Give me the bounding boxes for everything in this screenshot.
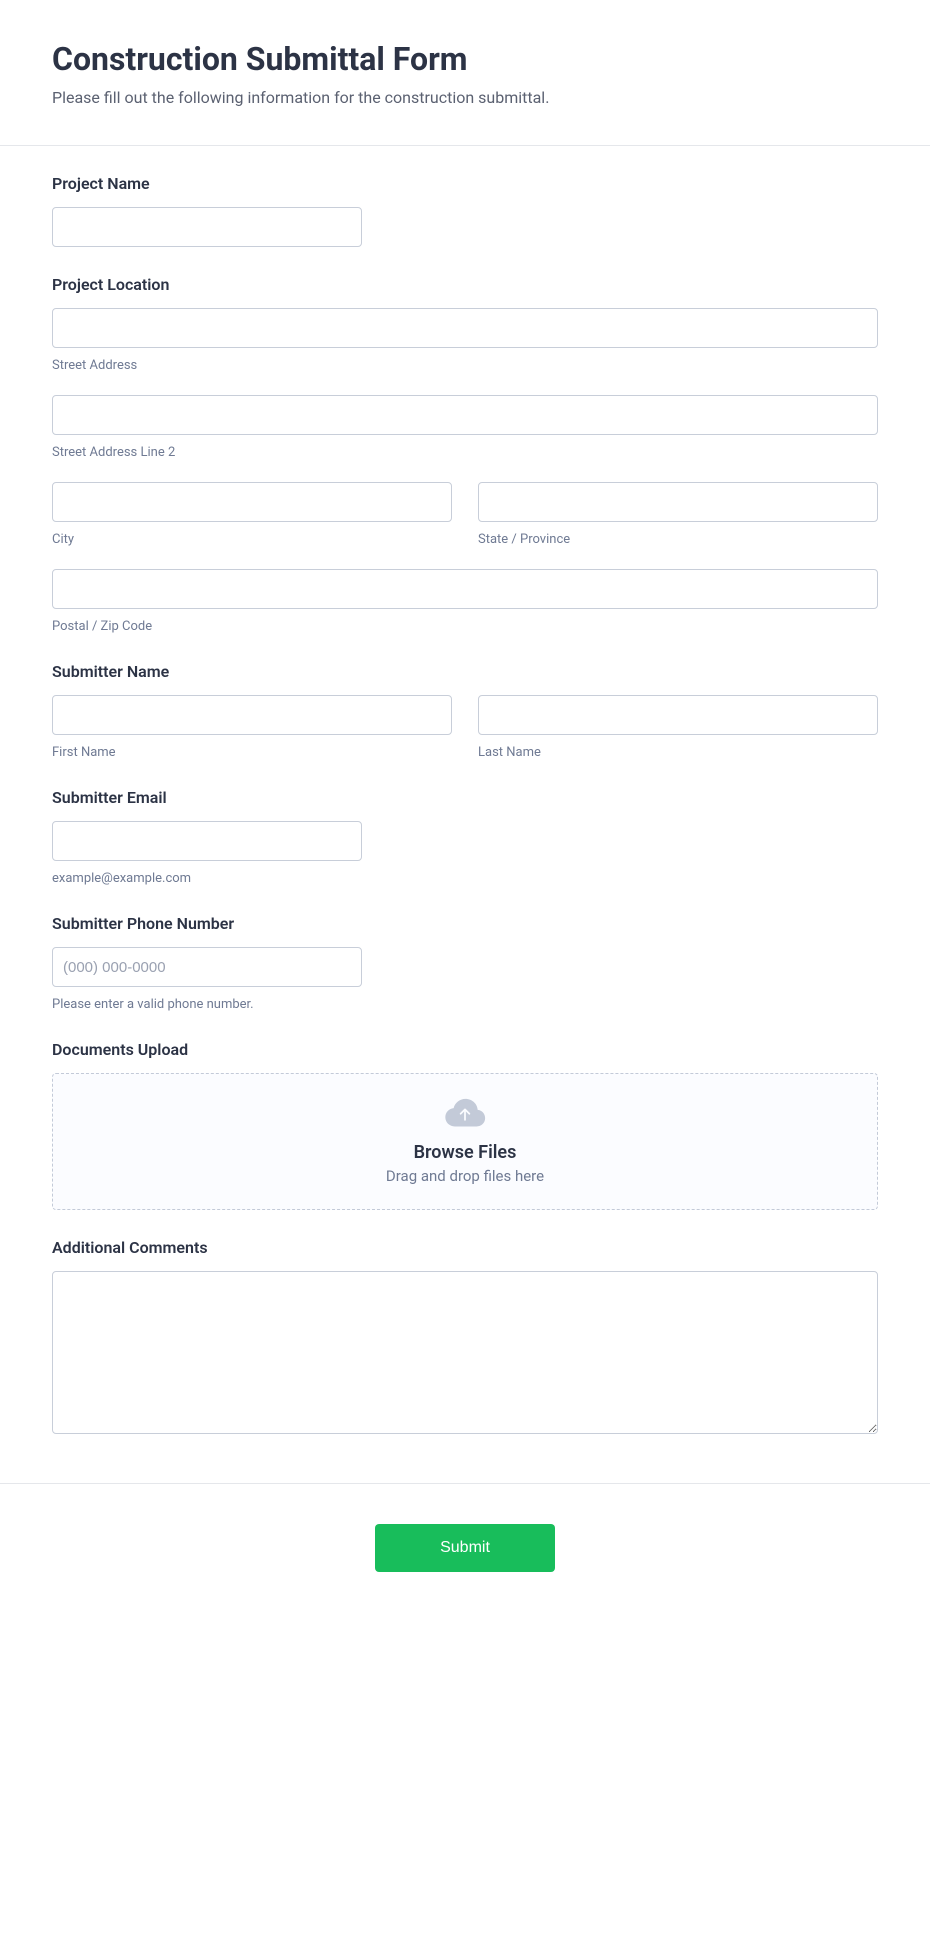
state-input[interactable] [478,482,878,522]
form-container: Construction Submittal Form Please fill … [0,0,930,1612]
postal-sublabel: Postal / Zip Code [52,619,878,634]
project-location-label: Project Location [52,275,878,294]
comments-label: Additional Comments [52,1238,878,1257]
upload-cloud-icon [444,1096,486,1132]
city-sublabel: City [52,532,452,547]
state-sublabel: State / Province [478,532,878,547]
comments-group: Additional Comments [52,1238,878,1438]
city-input[interactable] [52,482,452,522]
drag-drop-text: Drag and drop files here [73,1167,857,1185]
project-location-group: Project Location Street Address Street A… [52,275,878,634]
street-address-2-sublabel: Street Address Line 2 [52,445,878,460]
submitter-phone-label: Submitter Phone Number [52,914,878,933]
form-header: Construction Submittal Form Please fill … [0,0,930,146]
first-name-input[interactable] [52,695,452,735]
street-address-sublabel: Street Address [52,358,878,373]
last-name-input[interactable] [478,695,878,735]
email-input[interactable] [52,821,362,861]
form-body: Project Name Project Location Street Add… [0,146,930,1483]
phone-sublabel: Please enter a valid phone number. [52,997,878,1012]
submitter-email-label: Submitter Email [52,788,878,807]
project-name-label: Project Name [52,174,878,193]
documents-upload-label: Documents Upload [52,1040,878,1059]
documents-upload-group: Documents Upload Browse Files Drag and d… [52,1040,878,1210]
email-sublabel: example@example.com [52,871,878,886]
street-address-2-input[interactable] [52,395,878,435]
comments-textarea[interactable] [52,1271,878,1434]
submitter-email-group: Submitter Email example@example.com [52,788,878,886]
page-title: Construction Submittal Form [52,40,878,78]
phone-input[interactable] [52,947,362,987]
project-name-group: Project Name [52,174,878,247]
postal-input[interactable] [52,569,878,609]
submit-button[interactable]: Submit [375,1524,555,1572]
street-address-input[interactable] [52,308,878,348]
first-name-sublabel: First Name [52,745,452,760]
form-footer: Submit [0,1483,930,1612]
browse-files-text: Browse Files [73,1142,857,1163]
upload-dropzone[interactable]: Browse Files Drag and drop files here [52,1073,878,1210]
last-name-sublabel: Last Name [478,745,878,760]
project-name-input[interactable] [52,207,362,247]
page-subtitle: Please fill out the following informatio… [52,88,878,107]
submitter-name-label: Submitter Name [52,662,878,681]
submitter-phone-group: Submitter Phone Number Please enter a va… [52,914,878,1012]
submitter-name-group: Submitter Name First Name Last Name [52,662,878,760]
